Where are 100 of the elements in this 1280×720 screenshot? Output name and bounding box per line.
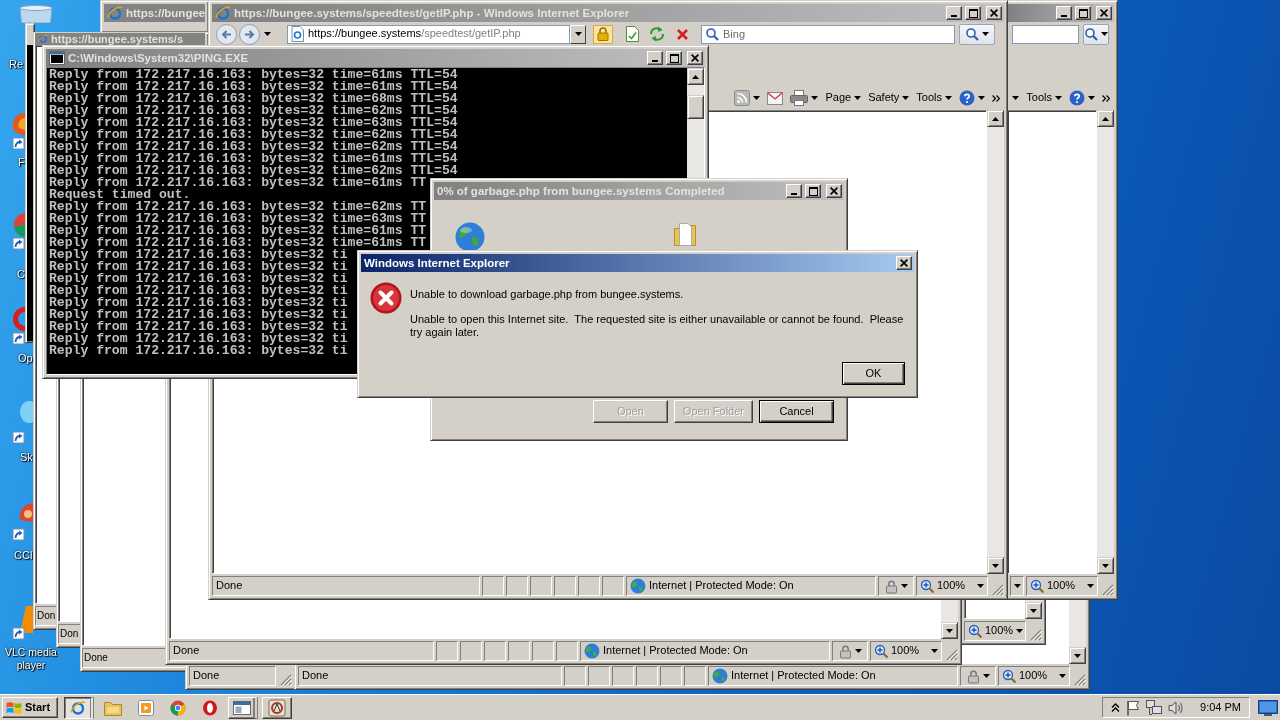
lock-button[interactable] bbox=[593, 24, 613, 44]
chevron-icon[interactable] bbox=[1102, 94, 1110, 102]
scroll-up-button[interactable] bbox=[987, 110, 1004, 127]
zoom-button[interactable]: 100% bbox=[1026, 576, 1098, 596]
minimize-button[interactable] bbox=[786, 184, 802, 198]
print-button[interactable] bbox=[790, 90, 819, 106]
feeds-button[interactable] bbox=[734, 90, 761, 106]
minimize-button[interactable] bbox=[1056, 6, 1072, 20]
caret-icon[interactable] bbox=[1012, 96, 1020, 100]
scroll-up-button[interactable] bbox=[1097, 110, 1114, 127]
maximize-button[interactable] bbox=[965, 6, 981, 20]
color-ball-icon[interactable] bbox=[170, 699, 186, 716]
shortcut-icon[interactable] bbox=[12, 500, 33, 544]
minimize-button[interactable] bbox=[647, 51, 663, 65]
close-button[interactable] bbox=[986, 6, 1002, 20]
close-button[interactable] bbox=[1096, 6, 1112, 20]
resize-grip-icon[interactable] bbox=[1102, 584, 1114, 596]
zoom-icon bbox=[968, 624, 982, 638]
ring-icon[interactable] bbox=[202, 699, 218, 716]
resize-grip-icon[interactable] bbox=[992, 584, 1004, 596]
scroll-down-button[interactable] bbox=[1069, 647, 1086, 664]
console-line: Reply from 172.217.16.163: bytes=32 ti bbox=[49, 249, 348, 261]
mail-button[interactable] bbox=[767, 91, 784, 105]
play-icon[interactable] bbox=[138, 699, 154, 716]
show-desktop-icon[interactable] bbox=[1258, 699, 1278, 716]
shortcut-icon[interactable] bbox=[12, 306, 25, 346]
scroll-thumb[interactable] bbox=[687, 95, 704, 119]
caret-icon bbox=[982, 32, 989, 36]
close-icon bbox=[900, 259, 908, 267]
start-button[interactable]: Start bbox=[2, 697, 58, 718]
forward-button[interactable] bbox=[239, 23, 260, 45]
close-button[interactable] bbox=[687, 51, 703, 65]
console-line: Reply from 172.217.16.163: bytes=32 time=62ms TTL=54 bbox=[49, 129, 458, 141]
zoom-button[interactable]: 100% bbox=[870, 641, 942, 661]
address-dropdown-button[interactable] bbox=[570, 24, 586, 44]
menu-button[interactable]: Safety bbox=[868, 91, 910, 105]
scroll-down-button[interactable] bbox=[941, 622, 958, 639]
chevron-icon[interactable] bbox=[992, 94, 1000, 102]
console-line: Reply from 172.217.16.163: bytes=32 time=62ms TTL=54 bbox=[49, 165, 458, 177]
security-button[interactable] bbox=[960, 666, 996, 686]
network-icon[interactable] bbox=[1146, 699, 1163, 716]
search-field[interactable] bbox=[1012, 24, 1079, 44]
security-button[interactable] bbox=[832, 641, 868, 661]
maximize-icon bbox=[669, 53, 679, 63]
search-button[interactable] bbox=[959, 23, 995, 45]
resize-grip-icon[interactable] bbox=[1030, 629, 1042, 641]
scroll-up-button[interactable] bbox=[687, 68, 704, 85]
down-arrow-icon bbox=[1102, 563, 1109, 568]
scroll-down-button[interactable] bbox=[1025, 602, 1042, 619]
close-button[interactable] bbox=[896, 256, 912, 270]
back-button[interactable] bbox=[216, 23, 237, 45]
zoom-button[interactable]: 100% bbox=[916, 576, 988, 596]
lock-icon bbox=[838, 643, 852, 659]
status-pane bbox=[506, 576, 528, 596]
scroll-down-button[interactable] bbox=[987, 557, 1004, 574]
resize-grip-icon[interactable] bbox=[1074, 674, 1086, 686]
down-arrow-icon bbox=[1030, 608, 1037, 613]
address-field[interactable]: https://bungee.systems/speedtest/getIP.php bbox=[287, 24, 570, 44]
help-button[interactable] bbox=[959, 90, 985, 106]
maximize-button[interactable] bbox=[1075, 6, 1091, 20]
dialog-button[interactable]: Cancel bbox=[759, 400, 834, 423]
clock[interactable]: 9:04 PM bbox=[1200, 700, 1241, 715]
taskbar-button[interactable] bbox=[64, 696, 94, 719]
status-text: Done bbox=[84, 652, 108, 664]
zoom-button[interactable]: 100% bbox=[998, 666, 1070, 686]
close-button[interactable] bbox=[826, 184, 842, 198]
shortcut-icon[interactable] bbox=[12, 112, 25, 150]
shortcut-icon[interactable] bbox=[12, 400, 33, 446]
search-icon bbox=[1084, 27, 1098, 41]
dialog-button[interactable]: OK bbox=[842, 362, 905, 385]
chevron-up-icon[interactable] bbox=[1111, 703, 1121, 712]
window-title: https://bungee.systems/speedtest/getIP.php - Windows Internet Explorer bbox=[234, 6, 630, 20]
console-icon bbox=[49, 51, 65, 65]
help-button[interactable] bbox=[1069, 90, 1095, 106]
security-button[interactable] bbox=[1010, 576, 1024, 596]
security-button[interactable] bbox=[878, 576, 914, 596]
speaker-icon[interactable] bbox=[1168, 699, 1185, 716]
search-field[interactable]: Bing bbox=[701, 24, 955, 44]
shortcut-icon[interactable] bbox=[12, 212, 25, 250]
zoom-button[interactable]: 100% bbox=[964, 621, 1026, 641]
flag-icon[interactable] bbox=[1126, 699, 1141, 716]
resize-grip-icon[interactable] bbox=[280, 674, 292, 686]
console-line: Reply from 172.217.16.163: bytes=32 ti bbox=[49, 345, 348, 357]
page-check-button[interactable] bbox=[625, 26, 640, 42]
menu-button[interactable]: Tools bbox=[916, 91, 952, 105]
search-button[interactable] bbox=[1083, 23, 1109, 45]
caret-icon bbox=[1055, 96, 1062, 100]
caret-icon[interactable] bbox=[264, 32, 271, 36]
resize-grip-icon[interactable] bbox=[946, 649, 958, 661]
menu-button[interactable]: Tools bbox=[1026, 91, 1062, 105]
stop-button[interactable] bbox=[676, 27, 689, 41]
console-line: Reply from 172.217.16.163: bytes=32 time=62ms TTL=54 bbox=[49, 105, 458, 117]
console-line: Reply from 172.217.16.163: bytes=32 time=63ms TTL=54 bbox=[49, 117, 458, 129]
maximize-button[interactable] bbox=[666, 51, 682, 65]
maximize-button[interactable] bbox=[805, 184, 821, 198]
help-icon bbox=[959, 90, 975, 106]
menu-button[interactable]: Page bbox=[825, 91, 862, 105]
minimize-button[interactable] bbox=[946, 6, 962, 20]
scroll-down-button[interactable] bbox=[1097, 557, 1114, 574]
caret-icon bbox=[753, 96, 761, 100]
